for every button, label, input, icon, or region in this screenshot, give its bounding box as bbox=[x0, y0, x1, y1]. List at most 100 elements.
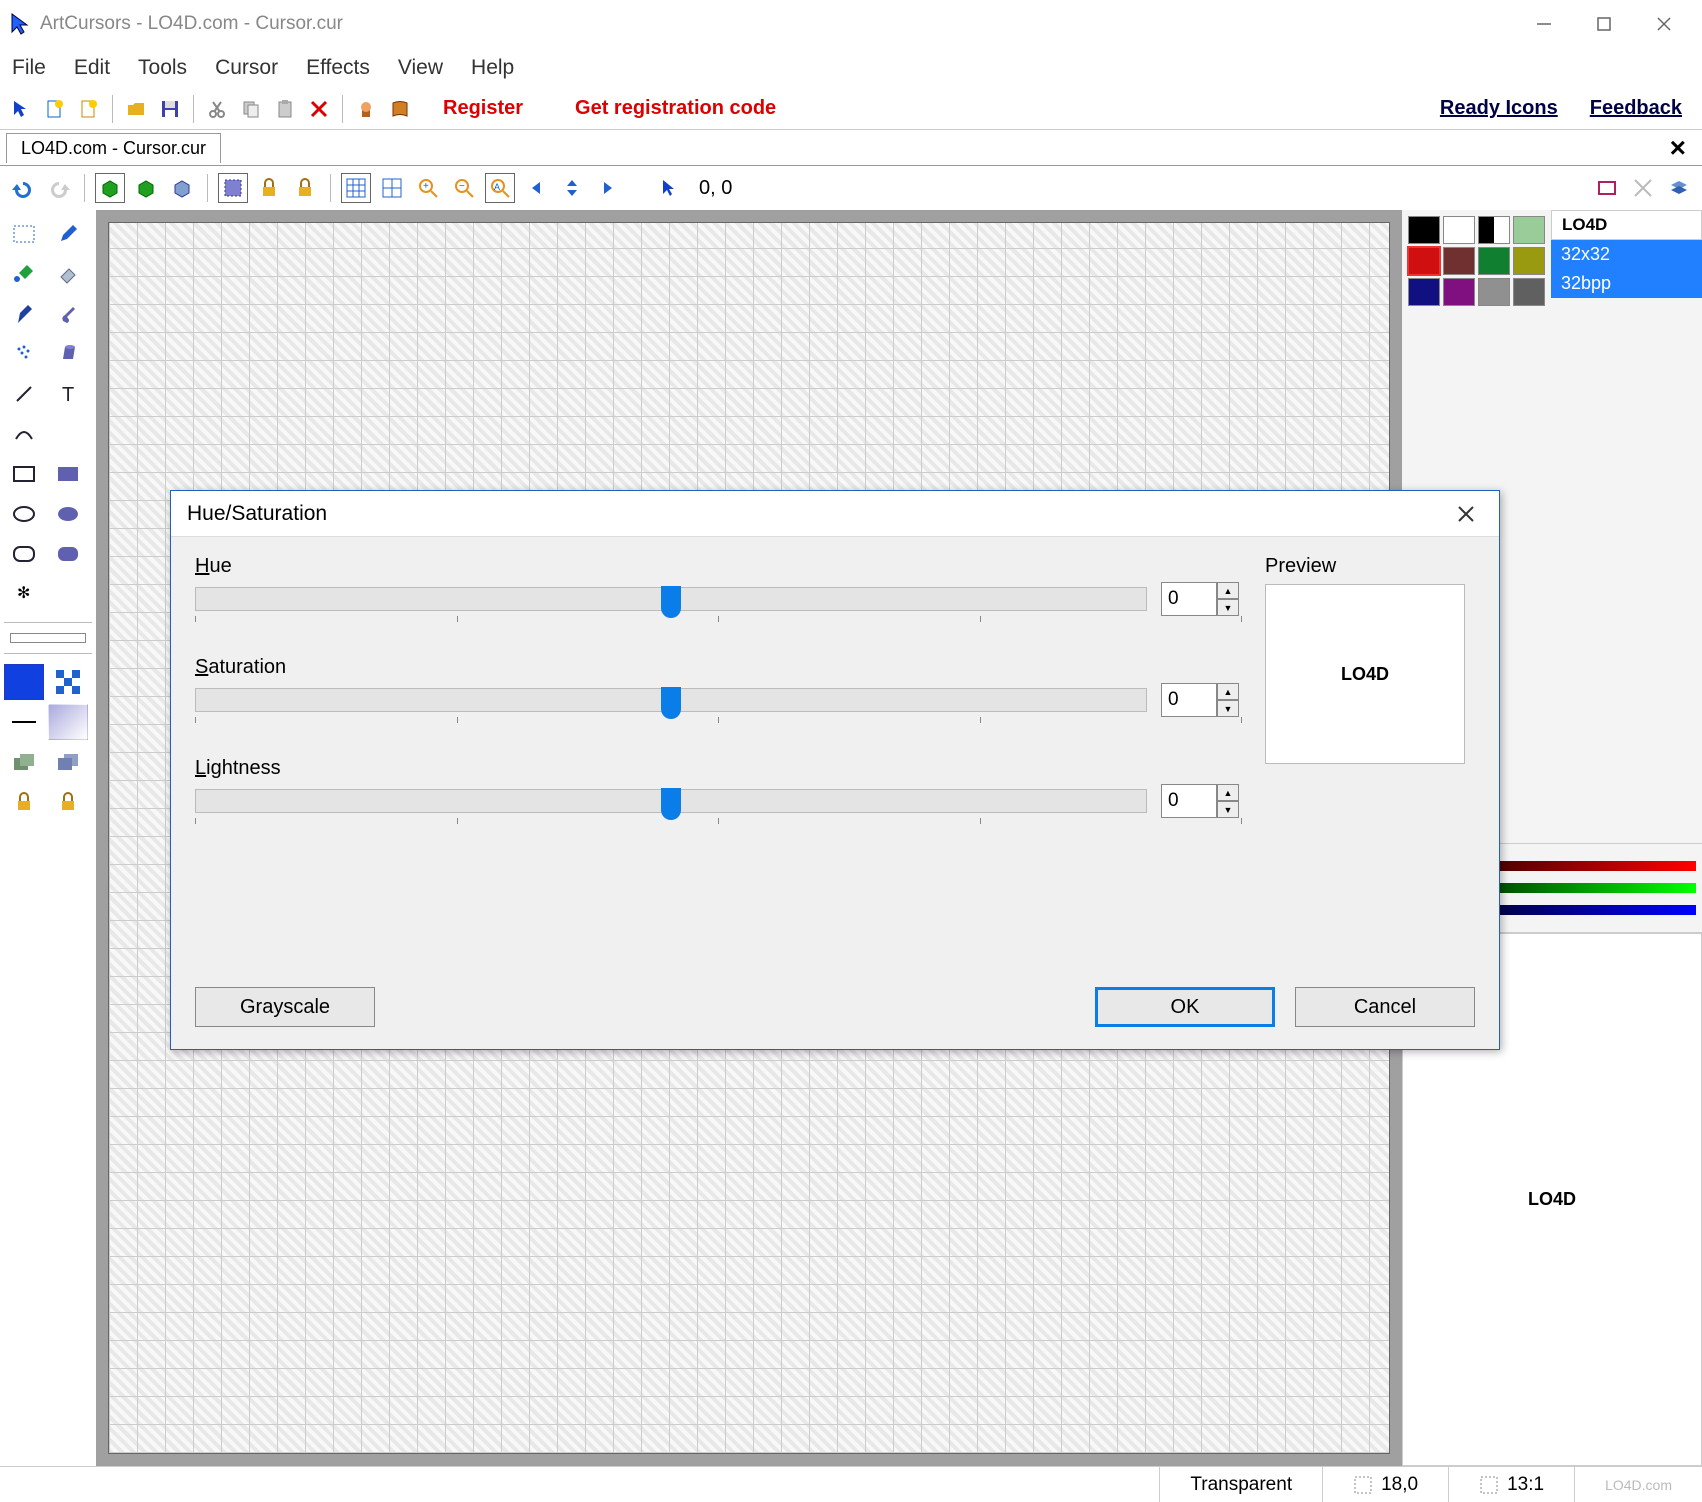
hue-thumb[interactable] bbox=[661, 586, 681, 618]
swatch-custom[interactable] bbox=[1513, 216, 1545, 244]
ellipse-outline-tool[interactable] bbox=[4, 496, 44, 532]
redo-icon[interactable] bbox=[44, 173, 74, 203]
select-tool[interactable] bbox=[4, 216, 44, 252]
layer-front-icon[interactable] bbox=[48, 744, 88, 780]
saturation-slider[interactable] bbox=[195, 688, 1147, 712]
swatch-red[interactable] bbox=[1408, 247, 1440, 275]
roundrect-outline-tool[interactable] bbox=[4, 536, 44, 572]
swatch-black[interactable] bbox=[1408, 216, 1440, 244]
save-icon[interactable] bbox=[155, 94, 185, 124]
undo-icon[interactable] bbox=[8, 173, 38, 203]
menu-file[interactable]: File bbox=[12, 56, 46, 80]
swatch-purple[interactable] bbox=[1443, 278, 1475, 306]
swatch-white[interactable] bbox=[1443, 216, 1475, 244]
line-style[interactable] bbox=[4, 704, 44, 740]
eraser-tool[interactable] bbox=[48, 256, 88, 292]
grid-on-icon[interactable] bbox=[341, 173, 371, 203]
lightness-thumb[interactable] bbox=[661, 788, 681, 820]
swatch-gray[interactable] bbox=[1478, 278, 1510, 306]
menu-tools[interactable]: Tools bbox=[138, 56, 187, 80]
new-doc-icon[interactable] bbox=[74, 94, 104, 124]
dialog-close-button[interactable] bbox=[1449, 497, 1483, 531]
nav-right-icon[interactable] bbox=[593, 173, 623, 203]
ellipse-fill-tool[interactable] bbox=[48, 496, 88, 532]
grid-half-icon[interactable] bbox=[377, 173, 407, 203]
zoom-in-icon[interactable]: + bbox=[413, 173, 443, 203]
hue-down[interactable]: ▼ bbox=[1217, 599, 1239, 616]
format-size[interactable]: 32x32 bbox=[1551, 240, 1702, 269]
swatch-darkred[interactable] bbox=[1443, 247, 1475, 275]
rect-fill-tool[interactable] bbox=[48, 456, 88, 492]
open-icon[interactable] bbox=[121, 94, 151, 124]
layer-back-icon[interactable] bbox=[4, 744, 44, 780]
select-all-icon[interactable] bbox=[218, 173, 248, 203]
lightness-spinner[interactable]: ▲▼ bbox=[1161, 784, 1241, 818]
fg-color-swatch[interactable] bbox=[4, 664, 44, 700]
nav-left-icon[interactable] bbox=[521, 173, 551, 203]
readyicons-link[interactable]: Ready Icons bbox=[1440, 97, 1558, 120]
misc-tool[interactable]: ✻ bbox=[4, 576, 44, 612]
close-tab-button[interactable]: × bbox=[1660, 132, 1696, 164]
saturation-input[interactable] bbox=[1161, 683, 1217, 717]
spray-tool[interactable] bbox=[4, 336, 44, 372]
gradient-swatch[interactable] bbox=[48, 704, 88, 740]
hue-input[interactable] bbox=[1161, 582, 1217, 616]
light-down[interactable]: ▼ bbox=[1217, 801, 1239, 818]
fill-tool[interactable] bbox=[4, 256, 44, 292]
hue-up[interactable]: ▲ bbox=[1217, 582, 1239, 599]
sat-down[interactable]: ▼ bbox=[1217, 700, 1239, 717]
lightness-input[interactable] bbox=[1161, 784, 1217, 818]
cut-icon[interactable] bbox=[202, 94, 232, 124]
feedback-link[interactable]: Feedback bbox=[1590, 97, 1682, 120]
text-tool[interactable]: T bbox=[48, 376, 88, 412]
curve-tool[interactable] bbox=[4, 416, 44, 452]
menu-edit[interactable]: Edit bbox=[74, 56, 110, 80]
lock1-icon[interactable] bbox=[254, 173, 284, 203]
close-button[interactable] bbox=[1634, 4, 1694, 44]
menu-cursor[interactable]: Cursor bbox=[215, 56, 278, 80]
pencil-tool[interactable] bbox=[48, 216, 88, 252]
swatch-olive[interactable] bbox=[1513, 247, 1545, 275]
cube3-icon[interactable] bbox=[167, 173, 197, 203]
ok-button[interactable]: OK bbox=[1095, 987, 1275, 1027]
swatch-navy[interactable] bbox=[1408, 278, 1440, 306]
copy-icon[interactable] bbox=[236, 94, 266, 124]
grayscale-button[interactable]: Grayscale bbox=[195, 987, 375, 1027]
swatch-bw[interactable] bbox=[1478, 216, 1510, 244]
zoom-fit-icon[interactable]: A bbox=[485, 173, 515, 203]
pattern-swatch[interactable] bbox=[48, 664, 88, 700]
swatch-darkgray[interactable] bbox=[1513, 278, 1545, 306]
getcode-link[interactable]: Get registration code bbox=[575, 97, 776, 120]
zoom-out-icon[interactable]: − bbox=[449, 173, 479, 203]
menu-help[interactable]: Help bbox=[471, 56, 514, 80]
paste-icon[interactable] bbox=[270, 94, 300, 124]
saturation-thumb[interactable] bbox=[661, 687, 681, 719]
layers-icon[interactable] bbox=[1664, 173, 1694, 203]
swatch-green[interactable] bbox=[1478, 247, 1510, 275]
blank2-tool[interactable] bbox=[48, 576, 88, 612]
new-icon[interactable] bbox=[40, 94, 70, 124]
arrow-icon[interactable] bbox=[6, 94, 36, 124]
cancel-button[interactable]: Cancel bbox=[1295, 987, 1475, 1027]
maximize-button[interactable] bbox=[1574, 4, 1634, 44]
cube1-icon[interactable] bbox=[95, 173, 125, 203]
pen-tool[interactable] bbox=[4, 296, 44, 332]
nav-updown-icon[interactable] bbox=[557, 173, 587, 203]
document-tab[interactable]: LO4D.com - Cursor.cur bbox=[6, 133, 221, 163]
help-book-icon[interactable] bbox=[385, 94, 415, 124]
register-link[interactable]: Register bbox=[443, 97, 523, 120]
lock-b-icon[interactable] bbox=[48, 784, 88, 820]
hue-spinner[interactable]: ▲▼ bbox=[1161, 582, 1241, 616]
rect-outline-tool[interactable] bbox=[4, 456, 44, 492]
light-up[interactable]: ▲ bbox=[1217, 784, 1239, 801]
wizard-icon[interactable] bbox=[351, 94, 381, 124]
brush-tool[interactable] bbox=[48, 296, 88, 332]
sat-up[interactable]: ▲ bbox=[1217, 683, 1239, 700]
lightness-slider[interactable] bbox=[195, 789, 1147, 813]
menu-effects[interactable]: Effects bbox=[306, 56, 370, 80]
lock2-icon[interactable] bbox=[290, 173, 320, 203]
bucket-tool[interactable] bbox=[48, 336, 88, 372]
blank-tool[interactable] bbox=[48, 416, 88, 452]
saturation-spinner[interactable]: ▲▼ bbox=[1161, 683, 1241, 717]
frame-icon[interactable] bbox=[1592, 173, 1622, 203]
